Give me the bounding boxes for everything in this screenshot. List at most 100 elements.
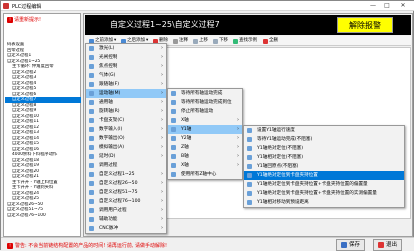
menu-item[interactable]: 调用用户过程 › [86,206,166,215]
menu-item-icon [89,199,94,204]
y1-menu-item[interactable]: 设置Y1轴运行速度 [244,126,404,135]
maximize-button[interactable]: □ [381,2,393,10]
menu-item[interactable]: 激光(L) › [86,44,166,53]
warning-icon: ! [7,16,13,23]
axis-menu-item-label: 等待所有轴运动完成到位 [181,100,232,105]
axis-menu-item[interactable]: Z轴 › [168,143,242,152]
process-banner: 自定义过程1~25\自定义过程7 解除报警 [85,15,411,35]
menu-item[interactable]: 跟随轴(F) › [86,80,166,89]
chevron-right-icon: › [237,135,239,141]
axis-menu-item[interactable]: X轴 › [168,161,242,170]
move-down-button[interactable]: 下移 [211,37,230,45]
menu-item[interactable]: 自定义过程1~25 › [86,170,166,179]
axis-menu-item[interactable]: 等待所有轴运动完成 [168,89,242,98]
y1-menu-item[interactable]: Y1轴绝对定位(不阻塞) [244,144,404,153]
app-icon [3,3,9,9]
comment-button[interactable]: 注释 [171,37,190,45]
axis-menu-item[interactable]: 使用所有Z轴中心 [168,170,242,179]
chevron-right-icon: › [161,99,163,105]
y1-menu-item-label: Y1轴绝对定位(不阻塞) [257,146,304,151]
delete-all-label: 全删 [269,38,278,43]
menu-item[interactable]: 自定义过程26~50 › [86,179,166,188]
y1-menu-item-icon [247,191,252,196]
menu-item-label: 自定义过程76~100 [99,199,141,204]
save-label: 保存 [349,242,361,248]
menu-item[interactable]: 卡盘支架(C) › [86,116,166,125]
chevron-right-icon: › [161,108,163,114]
close-button[interactable]: ✕ [397,2,409,10]
menu-item-icon [89,64,94,69]
exit-icon [378,242,384,248]
view-example-button[interactable]: 查找示例 [231,37,259,45]
menu-item[interactable]: 通用轴 › [86,98,166,107]
axis-menu-item[interactable]: Y2轴 › [168,134,242,143]
y1-menu-item-label: 设置Y1轴运行速度 [257,128,295,133]
y1-menu-item-label: Y1轴相对定位(不阻塞) [257,155,304,160]
y1-menu-item[interactable]: Y1轴回原点(不阻塞) [244,162,404,171]
axis-menu-item[interactable]: X轴 › [168,116,242,125]
move-up-button[interactable]: 上移 [191,37,210,45]
process-tree-panel: ! 请重新提示! 码表设置 回零过程 自定义过程1 自定义过程1~25 主卡循环: 伸角度… [3,13,81,237]
axis-menu-item-icon [171,100,176,105]
axis-menu-item[interactable]: B轴 › [168,152,242,161]
minimize-button[interactable]: — [367,2,379,10]
move-down-label: 下移 [219,38,228,43]
menu-item-icon [89,82,94,87]
chevron-right-icon: › [161,126,163,132]
menu-item-label: 卡盘支架(C) [99,118,125,123]
motion-axis-submenu: 等待所有轴运动完成 等待所有轴运动完成到位 停止所有轴运动 X轴 › Y1轴 › Y2轴 › Z轴… [167,88,243,180]
axis-menu-item-label: Y1轴 [181,127,192,132]
axis-menu-item[interactable]: 等待所有轴运动完成到位 [168,98,242,107]
menu-item-label: 调用过程 [99,163,118,168]
y1-menu-item[interactable]: Y1轴绝对定位到卡盘夹持位置 [244,171,404,180]
menu-item[interactable]: 光闸控制 › [86,53,166,62]
arrow-up-icon [193,38,198,44]
menu-item[interactable]: 延时(D) › [86,152,166,161]
menu-item[interactable]: 调用过程 [86,161,166,170]
menu-item[interactable]: 模拟输出(A) › [86,143,166,152]
y1-menu-item[interactable]: Y1轴相对移动到预设距离 [244,198,404,207]
menu-item-icon [89,127,94,132]
y1-menu-item[interactable]: Y1轴绝对定位到卡盘夹持位置+卡盘夹持位置的偏置量 [244,180,404,189]
menu-item[interactable]: 运动轴(M) › [86,89,166,98]
menu-item[interactable]: 数字输入(I) › [86,125,166,134]
y1-menu-item[interactable]: Y1轴相对定位(不阻塞) [244,153,404,162]
menu-item-label: 气体(G) [99,73,116,78]
y1-menu-item-icon [247,155,252,160]
menu-item[interactable]: 气体(G) › [86,71,166,80]
menu-item-label: 通用轴 [99,100,113,105]
chevron-right-icon: › [237,153,239,159]
process-tree[interactable]: 码表设置 回零过程 自定义过程1 自定义过程1~25 主卡循环: 伸角度回零 自定义过程2… [5,42,81,218]
clear-alarm-button[interactable]: 解除报警 [337,17,393,33]
menu-item-icon [89,208,94,213]
axis-menu-item[interactable]: 停止所有轴运动 [168,107,242,116]
axis-menu-item-label: 等待所有轴运动完成 [181,91,223,96]
axis-menu-item[interactable]: Y1轴 › [168,125,242,134]
menu-item-icon [89,136,94,141]
comment-label: 注释 [179,38,188,43]
axis-menu-item-icon [171,136,176,141]
chevron-right-icon: › [161,54,163,60]
y1-menu-item[interactable]: Y1轴绝对定位到卡盘夹持位置+卡盘夹持位置的实测偏置量 [244,189,404,198]
menu-item-label: 旋转轴(R) [99,109,120,114]
menu-item-label: 跟随轴(F) [99,82,120,87]
menu-item[interactable]: 自定义过程76~100 › [86,197,166,206]
delete-all-button[interactable]: 全删 [261,37,280,45]
menu-item[interactable]: 辅助功能 › [86,215,166,224]
menu-item[interactable]: 自定义过程51~75 › [86,188,166,197]
y1-menu-item[interactable]: 等待Y1轴运动完成(不阻塞) [244,135,404,144]
menu-item[interactable]: 旋转轴(R) › [86,107,166,116]
save-button[interactable]: 保存 [336,239,366,251]
menu-item[interactable]: 焦点控制 › [86,62,166,71]
exit-button[interactable]: 退出 [373,239,403,251]
y1-menu-item-label: 等待Y1轴运动完成(不阻塞) [257,137,313,142]
menu-item[interactable]: 数字输出(O) › [86,134,166,143]
menu-item-icon [89,190,94,195]
tree-item[interactable]: 自定义过程76~100 [5,213,81,219]
menu-item-icon [89,181,94,186]
menu-item[interactable]: CNC脉冲 › [86,224,166,233]
view-example-label: 查找示例 [239,38,257,43]
y1-menu-item-icon [247,164,252,169]
chevron-right-icon: › [237,126,239,132]
axis-menu-item-icon [171,145,176,150]
